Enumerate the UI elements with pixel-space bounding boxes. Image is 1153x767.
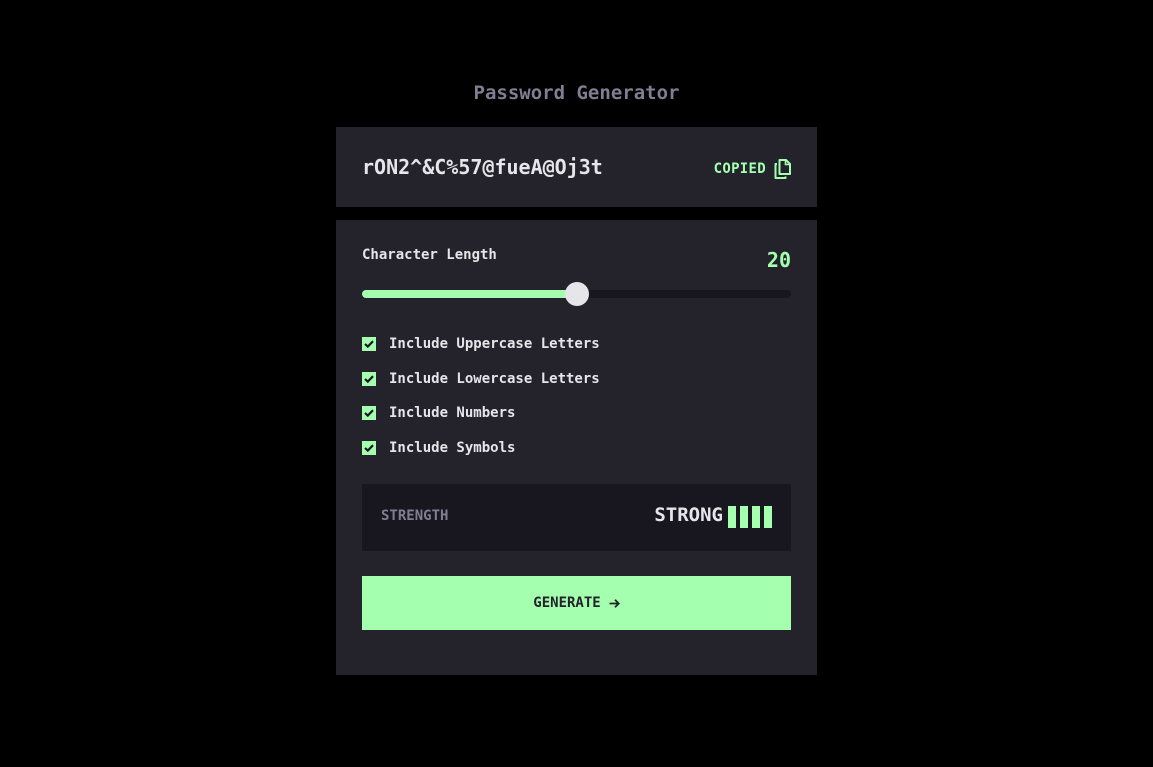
lowercase-label: Include Lowercase Letters	[389, 370, 600, 387]
option-lowercase[interactable]: Include Lowercase Letters	[362, 369, 791, 389]
strength-bars	[728, 506, 772, 528]
arrow-right-icon	[609, 598, 620, 609]
options-list: Include Uppercase Letters Include Lowerc…	[362, 334, 791, 472]
strength-meter: STRENGTH STRONG	[362, 484, 791, 551]
strength-label: STRENGTH	[381, 508, 449, 524]
strength-bar	[764, 506, 772, 528]
password-output-box: rON2^&C%57@fueA@Oj3t COPIED	[336, 127, 817, 207]
option-symbols[interactable]: Include Symbols	[362, 438, 791, 458]
strength-bar	[740, 506, 748, 528]
length-slider[interactable]	[362, 282, 791, 306]
generate-button[interactable]: GENERATE	[362, 576, 791, 630]
option-uppercase[interactable]: Include Uppercase Letters	[362, 334, 791, 354]
character-length-label: Character Length	[362, 247, 497, 263]
page-title: Password Generator	[473, 82, 680, 104]
uppercase-checkbox[interactable]	[362, 337, 376, 351]
password-text: rON2^&C%57@fueA@Oj3t	[362, 155, 603, 179]
copy-button[interactable]: COPIED	[714, 157, 791, 181]
length-slider-fill	[362, 290, 577, 298]
numbers-label: Include Numbers	[389, 405, 516, 421]
generate-label: GENERATE	[533, 595, 601, 611]
strength-value: STRONG	[654, 504, 723, 526]
strength-bar	[728, 506, 736, 528]
symbols-checkbox[interactable]	[362, 440, 376, 455]
uppercase-label: Include Uppercase Letters	[389, 336, 600, 352]
numbers-checkbox[interactable]	[362, 406, 376, 420]
settings-panel: Character Length 20 Include Uppercase Le…	[336, 220, 817, 675]
character-length-value: 20	[766, 248, 791, 272]
copied-status-label: COPIED	[713, 161, 766, 177]
length-slider-thumb[interactable]	[564, 282, 589, 306]
copy-icon	[774, 159, 791, 179]
lowercase-checkbox[interactable]	[362, 371, 376, 386]
strength-bar	[752, 506, 760, 528]
option-numbers[interactable]: Include Numbers	[362, 403, 791, 423]
symbols-label: Include Symbols	[389, 439, 516, 456]
